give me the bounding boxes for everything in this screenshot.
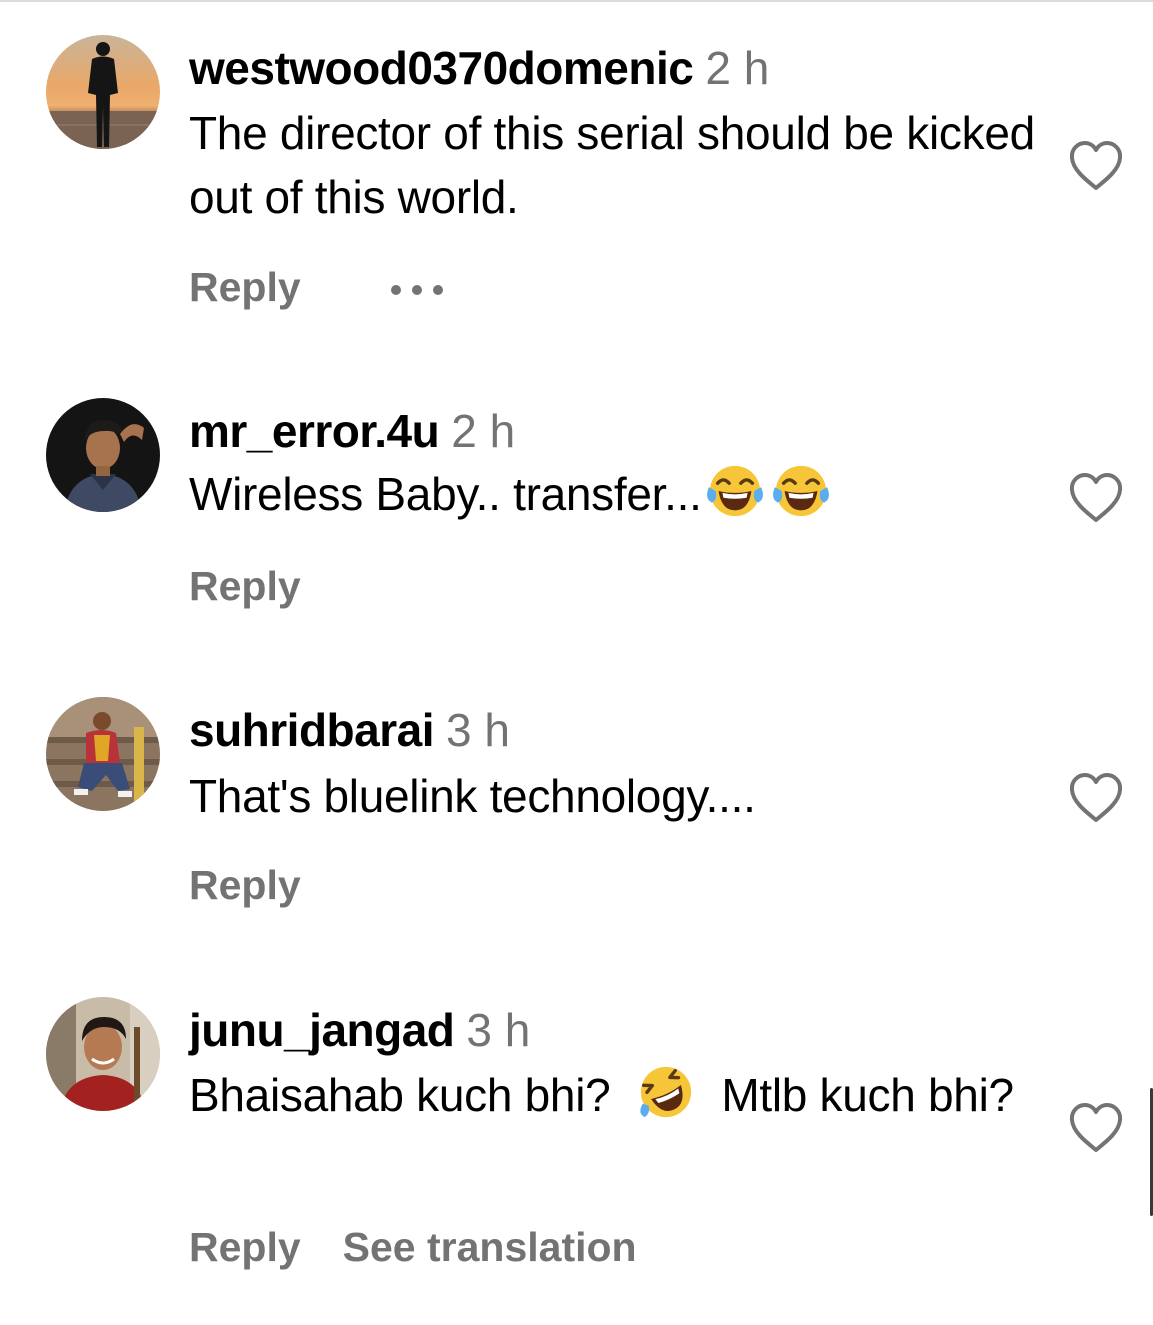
- comment-header: mr_error.4u 2 h: [189, 406, 515, 456]
- comment-actions: Reply See translation: [189, 1224, 679, 1270]
- silhouette-sunset-avatar-image: [46, 35, 160, 149]
- username[interactable]: westwood0370domenic: [189, 42, 694, 94]
- comment-text: Wireless Baby.. transfer...: [189, 462, 1049, 526]
- rolling-on-floor-laughing-icon: [640, 1066, 692, 1118]
- timestamp: 2 h: [451, 405, 516, 457]
- comment-text-content: Bhaisahab kuch bhi?: [189, 1069, 611, 1121]
- comment-text: That's bluelink technology....: [189, 770, 756, 822]
- reply-button[interactable]: Reply: [189, 563, 301, 609]
- reply-button[interactable]: Reply: [189, 264, 301, 310]
- heart-outline-icon[interactable]: [1068, 772, 1124, 824]
- comment-text: The director of this serial should be ki…: [189, 107, 1035, 223]
- man-crouching-avatar-image: [46, 697, 160, 811]
- man-portrait-dark-avatar-image: [46, 398, 160, 512]
- face-with-tears-of-joy-icon: [772, 465, 829, 517]
- comment-header: junu_jangad 3 h: [189, 1005, 530, 1055]
- username[interactable]: suhridbarai: [189, 704, 435, 756]
- reply-button[interactable]: Reply: [189, 862, 301, 908]
- more-options-icon[interactable]: [389, 283, 445, 297]
- comment-header: westwood0370domenic 2 h: [189, 43, 769, 93]
- comment-text-content: Mtlb kuch bhi?: [721, 1069, 1014, 1121]
- avatar[interactable]: [46, 398, 160, 512]
- heart-outline-icon[interactable]: [1068, 1102, 1124, 1154]
- timestamp: 3 h: [466, 1004, 531, 1056]
- timestamp: 2 h: [705, 42, 770, 94]
- timestamp: 3 h: [446, 704, 510, 756]
- username[interactable]: mr_error.4u: [189, 405, 440, 457]
- heart-outline-icon[interactable]: [1068, 140, 1124, 192]
- man-smiling-avatar-image: [46, 997, 160, 1111]
- comment-actions: Reply: [189, 862, 343, 908]
- comment-actions: Reply: [189, 264, 445, 310]
- avatar[interactable]: [46, 997, 160, 1111]
- comment-actions: Reply: [189, 563, 343, 609]
- comment-text: Bhaisahab kuch bhi? Mtlb kuch bhi?: [189, 1063, 1049, 1127]
- see-translation-button[interactable]: See translation: [343, 1224, 637, 1270]
- heart-outline-icon[interactable]: [1068, 472, 1124, 524]
- comment-text-content: Wireless Baby.. transfer...: [189, 468, 702, 520]
- username[interactable]: junu_jangad: [189, 1004, 455, 1056]
- avatar[interactable]: [46, 697, 160, 811]
- top-divider: [0, 0, 1153, 2]
- face-with-tears-of-joy-icon: [706, 465, 763, 517]
- avatar[interactable]: [46, 35, 160, 149]
- comment-header: suhridbarai 3 h: [189, 705, 510, 755]
- reply-button[interactable]: Reply: [189, 1224, 301, 1270]
